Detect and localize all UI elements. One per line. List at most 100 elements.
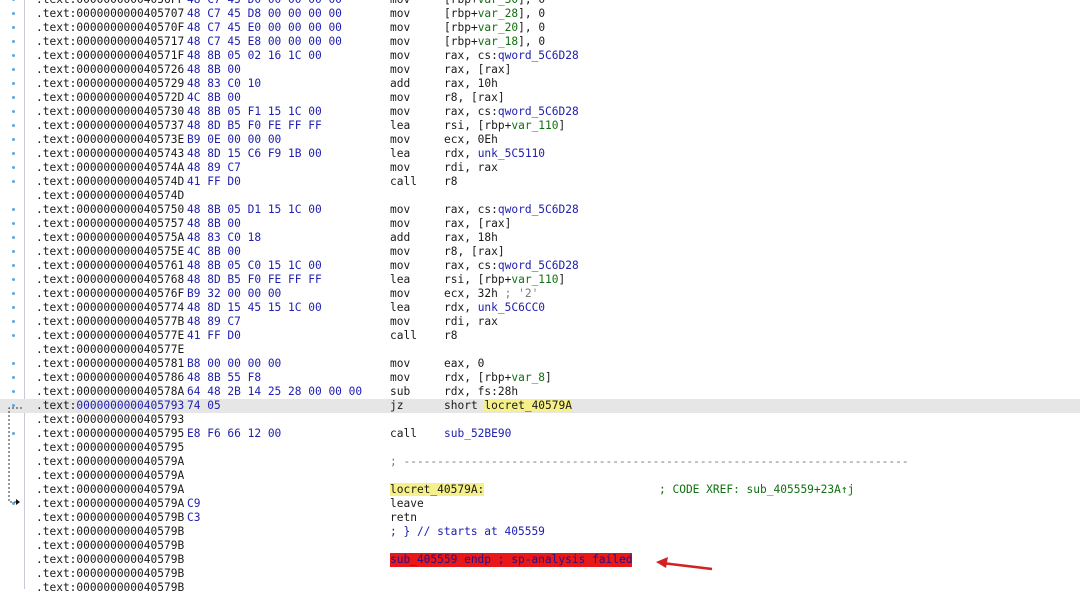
instruction-mnemonic: mov: [390, 287, 411, 300]
listing-line[interactable]: .text:000000000040577B 48 89 C7 mov rdi, ra…: [0, 315, 1080, 329]
listing-line[interactable]: .text:000000000040579B: [0, 581, 1080, 595]
line-address: .text:000000000040570F: [36, 21, 185, 34]
instruction-operands[interactable]: rsi, [rbp+var_110]: [444, 273, 565, 287]
instruction-mnemonic: lea: [390, 273, 411, 286]
instruction-operands[interactable]: rax, cs:qword_5C6D28: [444, 203, 579, 217]
listing-line[interactable]: .text:000000000040577E 41 FF D0 call r8: [0, 329, 1080, 343]
code-xref-comment: ; CODE XREF: sub_405559+23A↑j: [659, 483, 855, 496]
listing-line[interactable]: .text:000000000040573E B9 0E 00 00 00 mov e…: [0, 133, 1080, 147]
listing-line[interactable]: .text:0000000000405761 48 8B 05 C0 15 1C …: [0, 259, 1080, 273]
listing-line[interactable]: .text:0000000000405781 B8 00 00 00 00 mov e…: [0, 357, 1080, 371]
instruction-mnemonic: mov: [390, 63, 411, 76]
listing-line[interactable]: .text:000000000040574A 48 89 C7 mov rdi, ra…: [0, 161, 1080, 175]
instruction-operands[interactable]: rdi, rax: [444, 161, 498, 175]
instruction-operands[interactable]: rax, 10h: [444, 77, 498, 91]
instruction-operands[interactable]: ecx, 32h ; '2': [444, 287, 538, 301]
listing-line[interactable]: .text:0000000000405730 48 8B 05 F1 15 1C …: [0, 105, 1080, 119]
line-address: .text:000000000040574D: [36, 175, 185, 188]
listing-line[interactable]: .text:0000000000405795: [0, 441, 1080, 455]
listing-line[interactable]: .text:0000000000405750 48 8B 05 D1 15 1C …: [0, 203, 1080, 217]
listing-line[interactable]: .text:00000000004056FF48 C7 45 D0 00 00 …: [0, 0, 1080, 7]
instruction-operands[interactable]: ecx, 0Eh: [444, 133, 498, 147]
line-address: .text:00000000004056FF: [36, 0, 184, 7]
listing-line[interactable]: .text:0000000000405717 48 C7 45 E8 00 00 …: [0, 35, 1080, 49]
listing-line[interactable]: .text:0000000000405768 48 8D B5 F0 FE FF …: [0, 273, 1080, 287]
line-address: .text:000000000040571F: [36, 49, 185, 62]
listing-line[interactable]: .text:000000000040571F 48 8B 05 02 16 1C …: [0, 49, 1080, 63]
line-address: .text:0000000000405786: [36, 371, 185, 384]
instruction-operands[interactable]: [rbp+var_28], 0: [444, 7, 545, 21]
listing-line[interactable]: .text:0000000000405726 48 8B 00 mov rax, [r…: [0, 63, 1080, 77]
instruction-operands[interactable]: sub_52BE90: [444, 427, 511, 441]
listing-line[interactable]: .text:000000000040574D: [0, 189, 1080, 203]
instruction-operands[interactable]: rax, cs:qword_5C6D28: [444, 49, 579, 63]
listing-line[interactable]: .text:0000000000405737 48 8D B5 F0 FE FF …: [0, 119, 1080, 133]
instruction-operands[interactable]: short locret_40579A: [444, 399, 572, 413]
listing-line[interactable]: .text:0000000000405774 48 8D 15 45 15 1C …: [0, 301, 1080, 315]
opcode-bytes: 48 8B 05 C0 15 1C 00: [187, 259, 322, 272]
listing-line[interactable]: .text:000000000040576F B9 32 00 00 00 mov e…: [0, 287, 1080, 301]
listing-line[interactable]: .text:000000000040579A C9 leave: [0, 497, 1080, 511]
instruction-operands[interactable]: rdx, [rbp+var_8]: [444, 371, 552, 385]
listing-line[interactable]: .text:000000000040574D 41 FF D0 call r8: [0, 175, 1080, 189]
listing-line[interactable]: .text:000000000040579B sub_405559 endp ; …: [0, 553, 1080, 567]
instruction-mnemonic: mov: [390, 217, 411, 230]
instruction-mnemonic: mov: [390, 357, 411, 370]
listing-line[interactable]: .text:000000000040579B C3 retn: [0, 511, 1080, 525]
line-address: .text:000000000040579B: [36, 525, 185, 538]
listing-line[interactable]: .text:000000000040579A locret_40579A: ; CO…: [0, 483, 1080, 497]
listing-line[interactable]: .text:000000000040572D 4C 8B 00 mov r8, [ra…: [0, 91, 1080, 105]
instruction-operands[interactable]: eax, 0: [444, 357, 484, 371]
instruction-mnemonic: sub: [390, 385, 411, 398]
code-label[interactable]: locret_40579A:: [390, 483, 485, 497]
listing-line[interactable]: .text:0000000000405793 74 05 jz short locre…: [0, 399, 1080, 413]
instruction-operands[interactable]: rax, [rax]: [444, 63, 511, 77]
listing-line[interactable]: .text:000000000040579B: [0, 567, 1080, 581]
instruction-operands[interactable]: [rbp+var_18], 0: [444, 35, 545, 49]
listing-line[interactable]: .text:000000000040578A 64 48 2B 14 25 28 …: [0, 385, 1080, 399]
instruction-operands[interactable]: r8: [444, 175, 457, 189]
listing-line[interactable]: .text:000000000040579A ; ----------------…: [0, 455, 1080, 469]
listing-line[interactable]: .text:0000000000405793: [0, 413, 1080, 427]
listing-line[interactable]: .text:0000000000405743 48 8D 15 C6 F9 1B …: [0, 147, 1080, 161]
opcode-bytes: 48 8B 05 D1 15 1C 00: [187, 203, 322, 216]
line-address: .text:0000000000405781: [36, 357, 185, 370]
listing-line[interactable]: .text:0000000000405707 48 C7 45 D8 00 00 …: [0, 7, 1080, 21]
instruction-operands[interactable]: rax, cs:qword_5C6D28: [444, 259, 579, 273]
instruction-operands[interactable]: rsi, [rbp+var_110]: [444, 119, 565, 133]
listing-line[interactable]: .text:0000000000405795 E8 F6 66 12 00 call…: [0, 427, 1080, 441]
instruction-operands[interactable]: rax, [rax]: [444, 217, 511, 231]
opcode-bytes: C9: [187, 497, 201, 510]
instruction-operands[interactable]: [rbp+var_20], 0: [444, 21, 545, 35]
line-address: .text:000000000040572D: [36, 91, 185, 104]
instruction-operands[interactable]: rdx, unk_5C5110: [444, 147, 545, 161]
instruction-operands[interactable]: rdx, unk_5C6CC0: [444, 301, 545, 315]
instruction-operands[interactable]: r8, [rax]: [444, 91, 505, 105]
opcode-bytes: B9 0E 00 00 00: [187, 133, 282, 146]
listing-line[interactable]: .text:000000000040570F 48 C7 45 E0 00 00 …: [0, 21, 1080, 35]
instruction-operands[interactable]: [rbp+var_30], 0: [444, 0, 545, 7]
disassembly-listing[interactable]: .text:00000000004056FF48 C7 45 D0 00 00 …: [0, 0, 1080, 594]
line-address: .text:0000000000405726: [36, 63, 185, 76]
listing-line[interactable]: .text:000000000040575A 48 83 C0 18 add rax,…: [0, 231, 1080, 245]
line-address: .text:000000000040577B: [36, 315, 185, 328]
listing-line[interactable]: .text:000000000040577E: [0, 343, 1080, 357]
instruction-operands[interactable]: rax, 18h: [444, 231, 498, 245]
instruction-operands[interactable]: rax, cs:qword_5C6D28: [444, 105, 579, 119]
instruction-operands[interactable]: rdx, fs:28h: [444, 385, 518, 399]
listing-line[interactable]: .text:000000000040579B: [0, 539, 1080, 553]
listing-line[interactable]: .text:0000000000405729 48 83 C0 10 add rax,…: [0, 77, 1080, 91]
listing-line[interactable]: .text:000000000040579B ; } // starts at 4…: [0, 525, 1080, 539]
line-address: .text:000000000040579B: [36, 567, 185, 580]
instruction-mnemonic: add: [390, 231, 411, 244]
instruction-operands[interactable]: r8, [rax]: [444, 245, 505, 259]
instruction-operands[interactable]: r8: [444, 329, 457, 343]
listing-line[interactable]: .text:000000000040579A: [0, 469, 1080, 483]
instruction-operands[interactable]: rdi, rax: [444, 315, 498, 329]
opcode-bytes: 48 C7 45 D0 00 00 00 00: [187, 0, 342, 7]
listing-line[interactable]: .text:0000000000405786 48 8B 55 F8 mov rdx,…: [0, 371, 1080, 385]
listing-line[interactable]: .text:0000000000405757 48 8B 00 mov rax, [r…: [0, 217, 1080, 231]
listing-line[interactable]: .text:000000000040575E 4C 8B 00 mov r8, [ra…: [0, 245, 1080, 259]
line-address: .text:000000000040574A: [36, 161, 185, 174]
line-address: .text:0000000000405768: [36, 273, 185, 286]
